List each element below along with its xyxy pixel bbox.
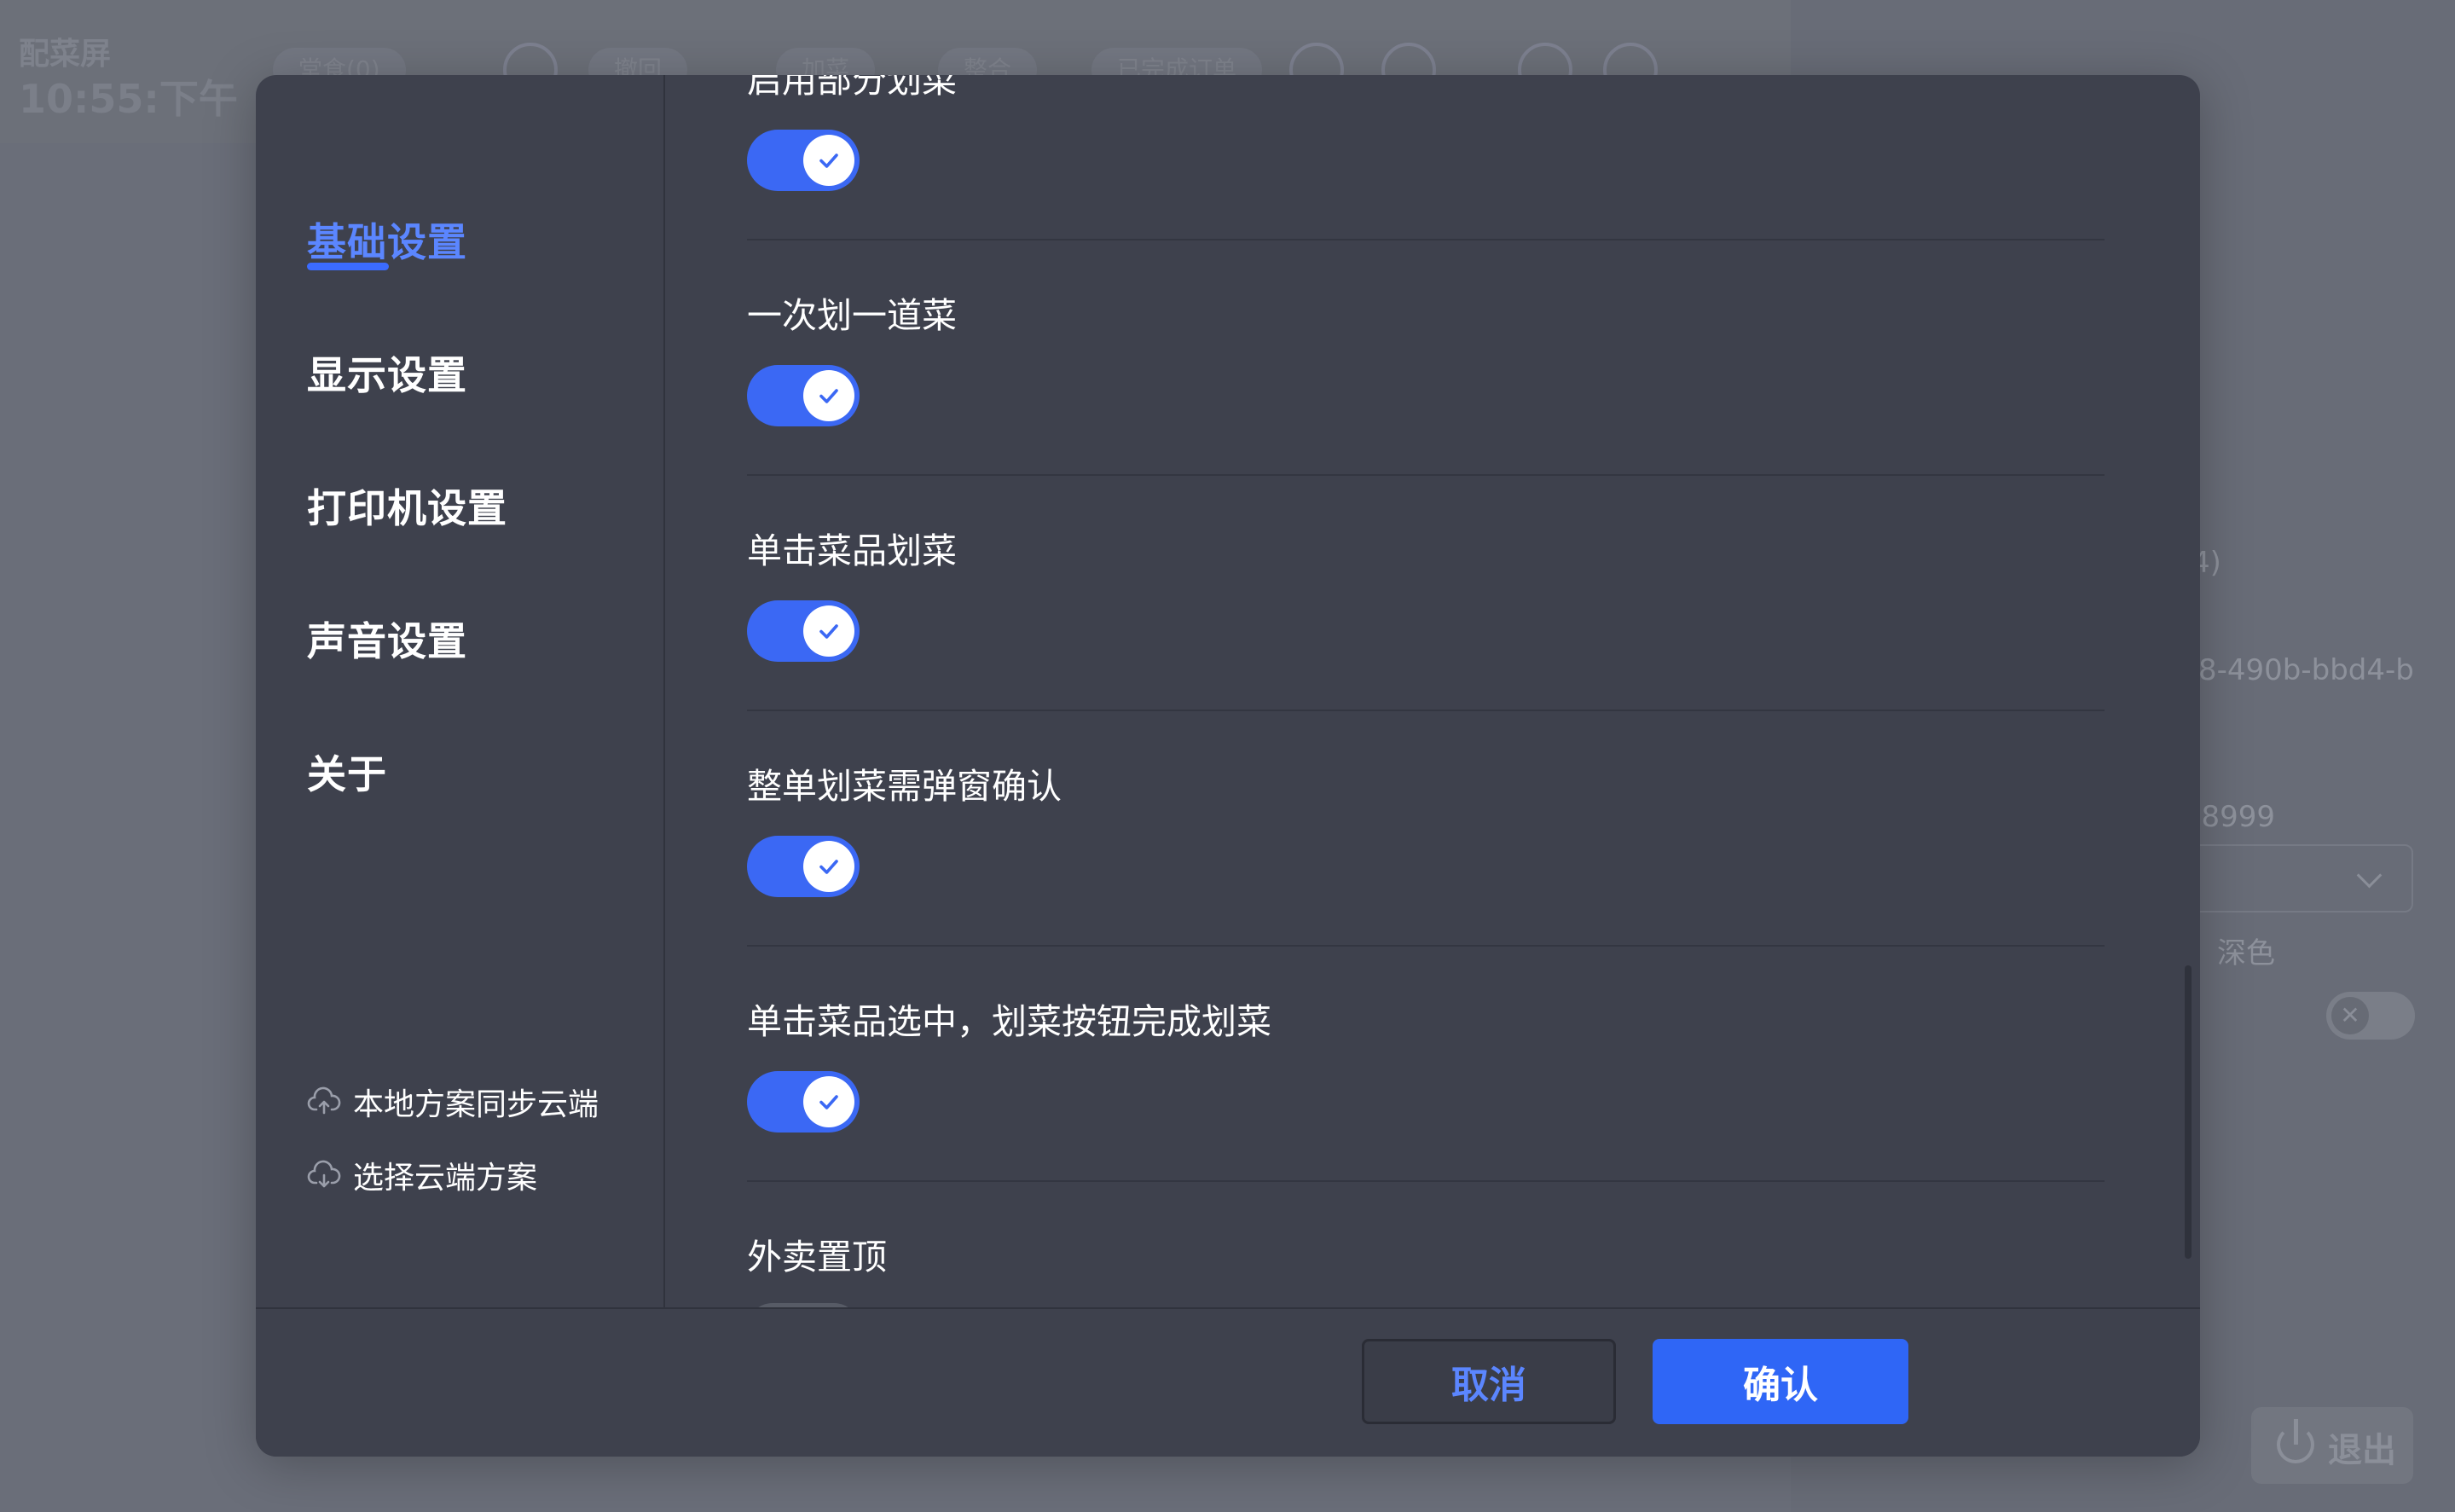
background-exit-label: 退出 xyxy=(2328,1431,2396,1470)
confirm-button[interactable]: 确认 xyxy=(1653,1339,1908,1424)
toggle-partial-strike[interactable] xyxy=(747,130,860,191)
toggle-knob xyxy=(803,841,854,892)
check-icon xyxy=(819,1095,838,1109)
modal-footer xyxy=(256,1307,2200,1457)
setting-label: 整单划菜需弹窗确认 xyxy=(747,766,1062,807)
divider xyxy=(747,239,2105,240)
sidebar-item-display-settings[interactable]: 显示设置 xyxy=(307,345,467,401)
divider xyxy=(747,710,2105,711)
toggle-knob xyxy=(803,1076,854,1127)
sync-local-to-cloud-label: 本地方案同步云端 xyxy=(353,1087,599,1122)
select-cloud-plan-button[interactable]: 选择云端方案 xyxy=(307,1153,537,1197)
cancel-button[interactable]: 取消 xyxy=(1362,1339,1616,1424)
content-scrollbar[interactable] xyxy=(2185,965,2192,1259)
sidebar-item-sound-settings[interactable]: 声音设置 xyxy=(307,611,467,667)
settings-sidebar: 基础设置 显示设置 打印机设置 声音设置 关于 本地方案同步云端 选择云端方案 xyxy=(256,75,665,1307)
sync-local-to-cloud-button[interactable]: 本地方案同步云端 xyxy=(307,1080,599,1124)
setting-label: 外卖置顶 xyxy=(747,1237,887,1277)
check-icon xyxy=(819,154,838,168)
setting-label: 单击菜品选中，划菜按钮完成划菜 xyxy=(747,1001,1271,1042)
divider xyxy=(747,1180,2105,1182)
check-icon xyxy=(819,389,838,403)
background-app-title: 配菜屏 xyxy=(19,37,112,72)
setting-label: 启用部分划菜 xyxy=(747,75,957,101)
settings-modal: 基础设置 显示设置 打印机设置 声音设置 关于 本地方案同步云端 选择云端方案 … xyxy=(256,75,2200,1457)
toggle-select-then-strike[interactable] xyxy=(747,1071,860,1133)
background-clock: 10:55:下午 xyxy=(19,76,238,122)
check-icon xyxy=(819,624,838,639)
setting-click-dish-strike: 单击菜品划菜 xyxy=(747,522,2103,573)
check-icon xyxy=(819,860,838,874)
active-tab-indicator xyxy=(307,263,389,270)
sidebar-item-about[interactable]: 关于 xyxy=(307,744,387,800)
background-text-id: 8-490b-bbd4-b xyxy=(2198,653,2414,687)
toggle-click-dish-strike[interactable] xyxy=(747,600,860,662)
background-text-theme: 深色 xyxy=(2217,936,2275,970)
toggle-knob xyxy=(803,370,854,421)
setting-takeout-pin-top: 外卖置顶 xyxy=(747,1228,2103,1279)
cloud-upload-icon xyxy=(307,1086,341,1115)
background-toggle-knob: ✕ xyxy=(2331,997,2369,1034)
cloud-download-icon xyxy=(307,1160,341,1188)
toggle-knob xyxy=(803,605,854,657)
settings-content[interactable]: 启用部分划菜 一次划一道菜 单击菜品划菜 整单划菜需弹窗确认 单击菜品选中，划菜… xyxy=(665,75,2200,1307)
setting-one-dish-at-a-time: 一次划一道菜 xyxy=(747,287,2103,338)
toggle-whole-order-confirm[interactable] xyxy=(747,836,860,897)
background-power-icon-bar xyxy=(2294,1419,2298,1445)
select-cloud-plan-label: 选择云端方案 xyxy=(353,1161,538,1196)
sidebar-item-printer-settings[interactable]: 打印机设置 xyxy=(307,478,507,534)
setting-label: 单击菜品划菜 xyxy=(747,530,957,571)
setting-label: 一次划一道菜 xyxy=(747,295,957,336)
toggle-knob xyxy=(803,135,854,186)
toggle-one-dish-at-a-time[interactable] xyxy=(747,365,860,426)
setting-whole-order-confirm: 整单划菜需弹窗确认 xyxy=(747,757,2103,808)
divider xyxy=(747,474,2105,476)
background-text-port: :8999 xyxy=(2192,800,2275,834)
setting-partial-strike: 启用部分划菜 xyxy=(747,75,2103,102)
setting-select-then-strike: 单击菜品选中，划菜按钮完成划菜 xyxy=(747,993,2103,1044)
divider xyxy=(747,945,2105,947)
sidebar-item-basic-settings[interactable]: 基础设置 xyxy=(307,211,467,268)
